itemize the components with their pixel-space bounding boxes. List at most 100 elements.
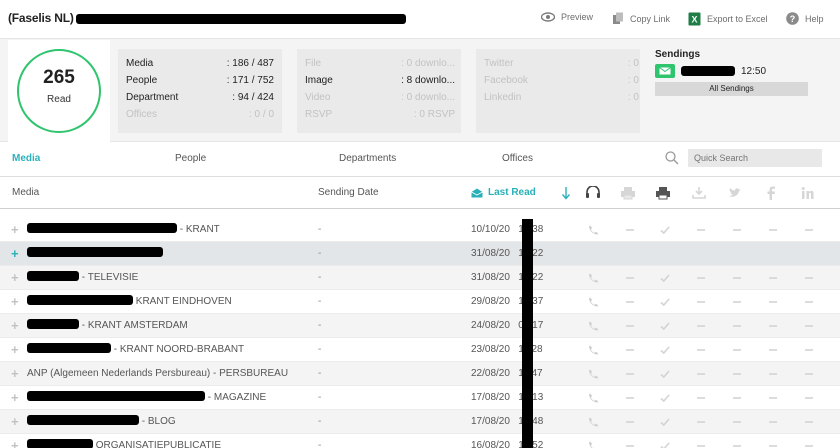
dash-icon xyxy=(733,349,741,351)
phone-icon xyxy=(589,298,598,307)
column-sending-date[interactable]: Sending Date xyxy=(318,187,379,198)
media-name: - TELEVISIE xyxy=(27,271,138,283)
table-row[interactable]: + KRANT EINDHOVEN - 29/08/20 12:37 xyxy=(0,290,840,314)
phone-icon xyxy=(589,226,598,235)
dash-icon xyxy=(805,277,813,279)
dash-icon xyxy=(626,325,634,327)
page-header: (Faselis NL) Preview Copy Link X Export … xyxy=(0,0,840,38)
dash-icon xyxy=(697,445,705,447)
phone-icon xyxy=(589,346,598,355)
dash-icon xyxy=(733,421,741,423)
dash-icon xyxy=(626,229,634,231)
dash-icon xyxy=(697,349,705,351)
table-row[interactable]: + - TELEVISIE - 31/08/20 16:22 xyxy=(0,266,840,290)
printer-icon-disabled xyxy=(621,187,635,200)
stat-image: Image: 8 downlo... xyxy=(305,75,455,86)
dash-icon xyxy=(626,445,634,447)
phone-icon xyxy=(589,274,598,283)
redacted-sending-name xyxy=(681,66,735,76)
dash-icon xyxy=(769,445,777,447)
expand-icon[interactable]: + xyxy=(11,343,19,356)
dash-icon xyxy=(805,397,813,399)
copy-link-button[interactable]: Copy Link xyxy=(612,12,670,25)
table-row[interactable]: + - KRANT AMSTERDAM - 24/08/20 09:17 xyxy=(0,314,840,338)
dash-icon xyxy=(805,421,813,423)
check-icon xyxy=(660,394,670,403)
read-label: Read xyxy=(47,94,71,105)
table-row[interactable]: + - 31/08/20 16:22 xyxy=(0,242,840,266)
expand-icon[interactable]: + xyxy=(11,415,19,428)
dash-icon xyxy=(697,373,705,375)
summary-band: 265 Read Media: 186 / 487 People: 171 / … xyxy=(0,38,840,142)
dash-icon xyxy=(805,229,813,231)
dash-icon xyxy=(733,373,741,375)
dash-icon xyxy=(769,277,777,279)
stat-media: Media: 186 / 487 xyxy=(126,58,274,69)
stat-linkedin: Linkedin: 0 xyxy=(484,92,639,103)
redacted-title xyxy=(75,13,406,24)
preview-button[interactable]: Preview xyxy=(541,12,593,22)
facebook-icon xyxy=(767,186,775,200)
recipient-tabs: Media People Departments Offices xyxy=(0,142,840,174)
tab-media[interactable]: Media xyxy=(12,153,40,164)
dash-icon xyxy=(697,421,705,423)
phone-icon xyxy=(589,442,596,448)
expand-icon[interactable]: + xyxy=(11,271,19,284)
table-row[interactable]: + - BLOG - 17/08/20 13:48 xyxy=(0,410,840,434)
dash-icon xyxy=(769,325,777,327)
dash-icon xyxy=(626,277,634,279)
dash-icon xyxy=(626,373,634,375)
column-last-read[interactable]: Last Read xyxy=(471,187,536,198)
table-row[interactable]: + ANP (Algemeen Nederlands Persbureau) -… xyxy=(0,362,840,386)
table-row[interactable]: + - KRANT NOORD-BRABANT - 23/08/20 11:28 xyxy=(0,338,840,362)
export-excel-button[interactable]: X Export to Excel xyxy=(688,12,768,26)
expand-icon[interactable]: + xyxy=(11,247,19,260)
dash-icon xyxy=(626,349,634,351)
dash-icon xyxy=(769,229,777,231)
column-media[interactable]: Media xyxy=(12,187,39,198)
quick-search-input[interactable] xyxy=(688,149,822,167)
dash-icon xyxy=(805,445,813,447)
dash-icon xyxy=(697,325,705,327)
help-button[interactable]: ? Help xyxy=(786,12,824,25)
phone-icon xyxy=(589,418,598,427)
sending-item[interactable]: 12:50 xyxy=(655,64,810,78)
redaction-bar xyxy=(522,219,533,448)
check-icon xyxy=(660,346,670,355)
dash-icon xyxy=(733,229,741,231)
dash-icon xyxy=(805,349,813,351)
tab-people[interactable]: People xyxy=(175,153,206,164)
sendings-title: Sendings xyxy=(655,49,701,60)
expand-icon[interactable]: + xyxy=(11,295,19,308)
dash-icon xyxy=(697,301,705,303)
table-header: Media Sending Date Last Read xyxy=(0,176,840,209)
table-row[interactable]: + - MAGAZINE - 17/08/20 15:13 xyxy=(0,386,840,410)
tab-departments[interactable]: Departments xyxy=(339,153,396,164)
download-icon-disabled xyxy=(692,187,706,199)
excel-icon: X xyxy=(688,12,701,26)
expand-icon[interactable]: + xyxy=(11,223,19,236)
sort-down-icon[interactable] xyxy=(561,186,571,200)
expand-icon[interactable]: + xyxy=(11,391,19,404)
expand-icon[interactable]: + xyxy=(11,319,19,332)
copy-icon xyxy=(613,12,623,24)
eye-icon xyxy=(541,12,555,22)
all-sendings-button[interactable]: All Sendings xyxy=(655,82,808,96)
check-icon xyxy=(660,226,670,235)
dash-icon xyxy=(769,373,777,375)
expand-icon[interactable]: + xyxy=(11,439,19,448)
dash-icon xyxy=(769,421,777,423)
dash-icon xyxy=(697,397,705,399)
dash-icon xyxy=(769,397,777,399)
table-row[interactable]: + ORGANISATIEPUBLICATIE - 16/08/20 12:52 xyxy=(0,434,840,448)
dash-icon xyxy=(697,229,705,231)
search-icon xyxy=(665,151,679,165)
table-row[interactable]: + - KRANT - 10/10/20 15:38 xyxy=(0,218,840,242)
expand-icon[interactable]: + xyxy=(11,367,19,380)
media-name xyxy=(27,247,163,259)
tab-offices[interactable]: Offices xyxy=(502,153,533,164)
stat-rsvp: RSVP: 0 RSVP xyxy=(305,109,455,120)
dash-icon xyxy=(626,397,634,399)
check-icon xyxy=(660,322,670,331)
sendings-panel: Sendings 12:50 All Sendings xyxy=(655,49,810,96)
